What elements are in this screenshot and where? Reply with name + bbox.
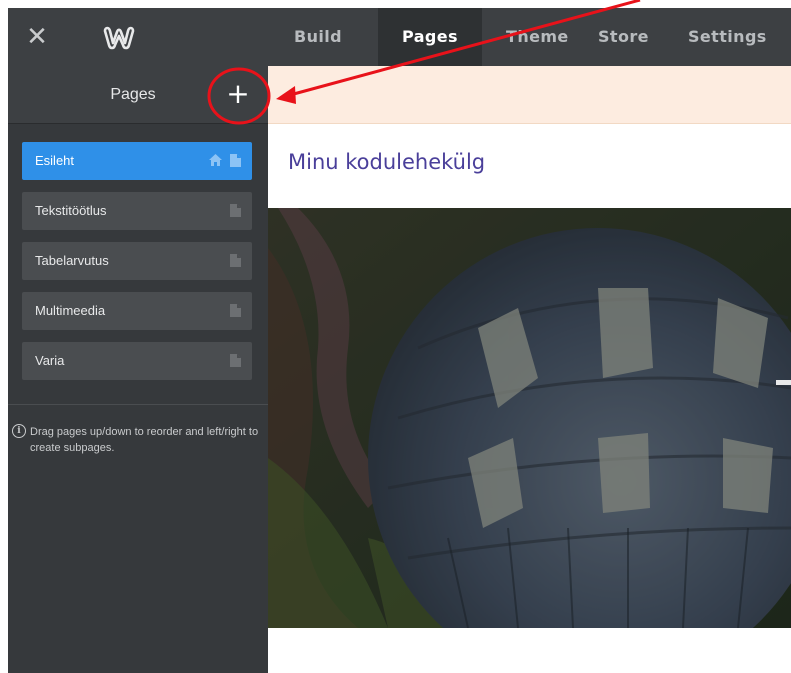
hero-image[interactable] — [268, 208, 791, 628]
page-item-label: Multimeedia — [35, 303, 106, 318]
sidebar-divider — [8, 404, 268, 405]
page-item-multimeedia[interactable]: Multimeedia — [22, 292, 252, 330]
page-item-tekstitootlus[interactable]: Tekstitöötlus — [22, 192, 252, 230]
page-settings-icon[interactable] — [230, 354, 241, 367]
site-title[interactable]: Minu kodulehekülg — [288, 150, 485, 174]
app-window: ✕ Build Pages Theme Store Settings Pages… — [0, 0, 791, 673]
tab-store[interactable]: Store — [582, 8, 674, 66]
page-list: Esileht Tekstitöötlus Tabelarvutus Multi… — [22, 142, 252, 392]
hero-photo — [268, 208, 791, 628]
page-settings-icon[interactable] — [230, 204, 241, 217]
page-preview: Minu kodulehekülg — [268, 66, 791, 673]
close-icon[interactable]: ✕ — [22, 22, 52, 52]
home-icon — [209, 154, 222, 166]
top-bar: ✕ Build Pages Theme Store Settings — [8, 8, 791, 66]
add-page-button[interactable]: + — [223, 80, 253, 110]
sidebar-header: Pages + — [8, 66, 268, 124]
tab-build[interactable]: Build — [280, 8, 378, 66]
tab-settings[interactable]: Settings — [674, 8, 774, 66]
page-item-esileht[interactable]: Esileht — [22, 142, 252, 180]
weebly-logo-icon[interactable] — [102, 22, 136, 52]
page-item-tabelarvutus[interactable]: Tabelarvutus — [22, 242, 252, 280]
tab-pages[interactable]: Pages — [378, 8, 482, 66]
page-settings-icon[interactable] — [230, 254, 241, 267]
page-item-label: Varia — [35, 353, 65, 368]
page-item-label: Tabelarvutus — [35, 253, 109, 268]
tab-theme[interactable]: Theme — [482, 8, 582, 66]
page-settings-icon[interactable] — [230, 304, 241, 317]
info-icon: i — [12, 424, 26, 438]
page-item-varia[interactable]: Varia — [22, 342, 252, 380]
main-nav: Build Pages Theme Store Settings — [280, 8, 774, 66]
reorder-hint: Drag pages up/down to reorder and left/r… — [30, 426, 259, 454]
page-settings-icon[interactable] — [230, 154, 241, 167]
pages-sidebar: Pages + Esileht Tekstitöötlus Tabelarvut… — [8, 66, 268, 673]
page-item-label: Tekstitöötlus — [35, 203, 107, 218]
page-item-label: Esileht — [35, 153, 75, 168]
notice-bar — [268, 66, 791, 124]
